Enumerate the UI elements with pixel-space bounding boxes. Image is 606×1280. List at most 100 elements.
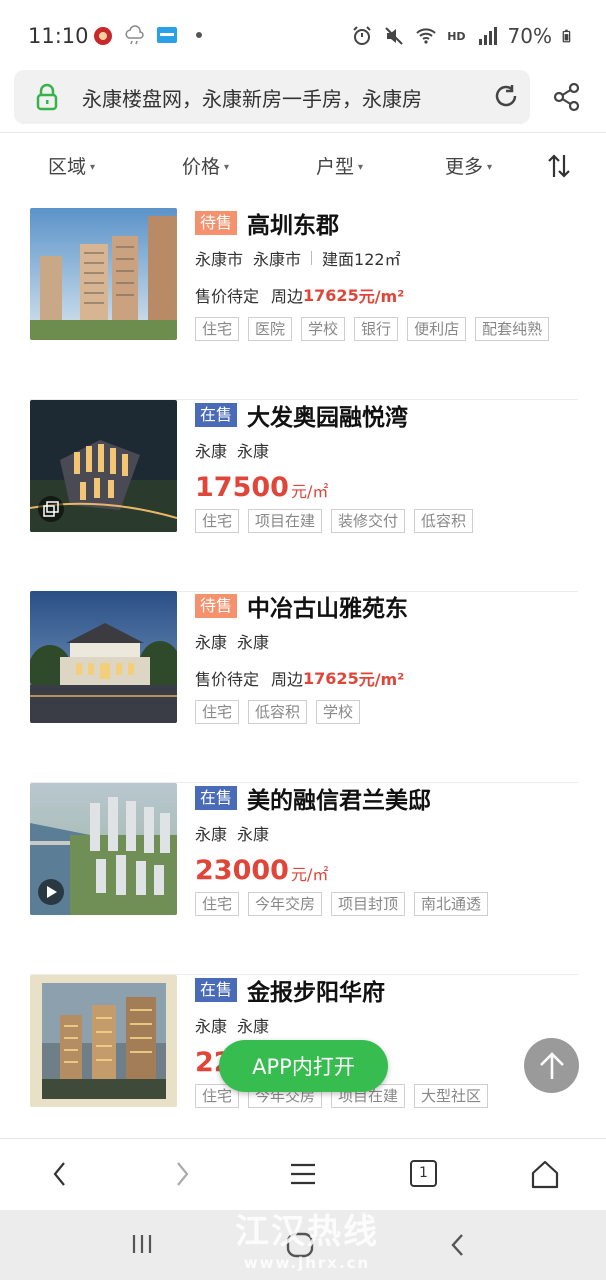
price-prefix: 周边 [271,287,304,306]
url-text[interactable]: 永康楼盘网，永康新房一手房，永康房 [82,83,482,112]
chevron-down-icon: ▾ [487,162,493,173]
tag-list: 住宅 医院 学校 银行 便利店 配套纯熟 [195,317,578,341]
listing-district: 永康 [237,633,270,652]
tag-list: 住宅 项目在建 装修交付 低容积 [195,509,578,533]
filter-price[interactable]: 价格 ▾ [182,152,229,179]
status-badge: 在售 [195,978,238,1002]
tag: 住宅 [195,892,240,916]
menu-icon[interactable] [289,1159,317,1189]
filter-layout-label: 户型 [316,156,355,178]
play-icon[interactable] [38,879,64,905]
tag: 住宅 [195,317,240,341]
status-bar: 11:10 HD 70% [0,0,606,76]
tag: 学校 [301,317,346,341]
filter-more-label: 更多 [445,156,484,178]
status-badge: 在售 [195,786,238,810]
system-status-icons: HD 70% [351,24,576,48]
listing-image [30,208,177,340]
listing-image [30,400,177,532]
listing-title[interactable]: 金报步阳华府 [247,973,385,1007]
filter-price-label: 价格 [182,156,221,178]
reload-icon[interactable] [492,82,520,110]
tabs-button[interactable]: 1 [410,1160,437,1187]
dot-icon [196,32,202,38]
share-icon[interactable] [552,82,582,112]
listing-image [30,975,177,1107]
listing-card[interactable]: 待售 中冶古山雅苑东 永康 永康 售价待定 周边 17625 元/m² 住宅 低… [30,591,578,783]
listing-district: 永康 [237,1017,270,1036]
listing-card[interactable]: 在售 大发奥园融悦湾 永康 永康 17500 元/㎡ 住宅 项目在建 装修交付 … [30,400,578,592]
listing-info: 在售 美的融信君兰美邸 永康 永康 23000 元/㎡ 住宅 今年交房 项目封顶… [195,783,578,916]
listing-city: 永康 [195,442,228,461]
listing-image [30,591,177,723]
listing-city: 永康市 [195,250,244,269]
filter-layout[interactable]: 户型 ▾ [316,152,363,179]
system-navigation-bar [0,1210,606,1280]
mute-icon [385,27,403,45]
listing-card[interactable]: 待售 高圳东郡 永康市 永康市 建面122㎡ 售价待定 周边 17625 元/m… [30,208,578,400]
listing-card[interactable]: 在售 美的融信君兰美邸 永康 永康 23000 元/㎡ 住宅 今年交房 项目封顶… [30,783,578,975]
tag: 银行 [354,317,399,341]
filter-bar: 区域 ▾ 价格 ▾ 户型 ▾ 更多 ▾ [0,140,606,192]
tag: 住宅 [195,700,240,724]
recent-apps-icon[interactable] [130,1232,154,1256]
sort-icon[interactable] [546,152,572,180]
listing-title[interactable]: 大发奥园融悦湾 [247,398,408,432]
listing-price: 17625 [303,668,359,688]
price-pending-label: 售价待定 [195,287,260,306]
price-unit: 元/㎡ [290,865,329,884]
listing-title[interactable]: 美的融信君兰美邸 [247,781,431,815]
listing-info: 待售 高圳东郡 永康市 永康市 建面122㎡ 售价待定 周边 17625 元/m… [195,208,578,341]
arrow-up-icon [539,1051,564,1079]
tag: 装修交付 [331,509,406,533]
tag: 住宅 [195,509,240,533]
screen: 11:10 HD 70% 永康楼盘网，永康新房一手房，永康房 区域▾ 价格▾ [0,0,606,1280]
listing-price: 17625 [303,285,359,305]
price-unit: 元/m² [358,670,405,689]
lock-icon [36,83,58,111]
chevron-down-icon: ▾ [90,162,96,173]
price-unit: 元/m² [358,287,405,306]
signal-icon [478,27,497,45]
listing-title[interactable]: 高圳东郡 [247,206,339,240]
filter-region-label: 区域 [48,156,87,178]
tag-list: 住宅 低容积 学校 [195,700,578,724]
back-icon[interactable] [50,1159,70,1189]
home-icon[interactable] [529,1159,561,1191]
status-badge: 待售 [195,594,238,618]
news-app-icon [157,27,177,43]
listing-price: 23000 [195,854,289,886]
wifi-icon [416,28,436,44]
status-badge: 在售 [195,403,238,427]
back-to-top-button[interactable] [524,1038,579,1093]
address-divider [0,132,606,133]
address-bar[interactable]: 永康楼盘网，永康新房一手房，永康房 [14,70,530,124]
tag: 今年交房 [248,892,323,916]
weather-icon [125,25,144,45]
filter-region[interactable]: 区域 ▾ [48,152,95,179]
listing-title[interactable]: 中冶古山雅苑东 [247,589,408,623]
forward-icon[interactable] [172,1159,192,1189]
status-time: 11:10 [28,24,89,48]
listing-city: 永康 [195,825,228,844]
tag: 学校 [316,700,361,724]
price-prefix: 周边 [271,670,304,689]
tag: 南北通透 [414,892,489,916]
price-unit: 元/㎡ [290,482,329,501]
network-label: HD [447,29,466,43]
listing-price: 17500 [195,471,289,503]
listing-image [30,783,177,915]
listing-district: 永康 [237,825,270,844]
tag: 配套纯熟 [475,317,550,341]
home-button-icon[interactable] [286,1232,314,1258]
filter-more[interactable]: 更多 ▾ [445,152,492,179]
open-in-app-button[interactable]: APP内打开 [219,1040,388,1092]
tag: 大型社区 [414,1084,489,1108]
system-back-icon[interactable] [448,1232,468,1258]
divider [311,251,313,265]
browser-toolbar: 1 [0,1138,606,1210]
gallery-icon [38,496,64,522]
tag-list: 住宅 今年交房 项目封顶 南北通透 [195,892,578,916]
listing-city: 永康 [195,1017,228,1036]
tag: 项目在建 [248,509,323,533]
